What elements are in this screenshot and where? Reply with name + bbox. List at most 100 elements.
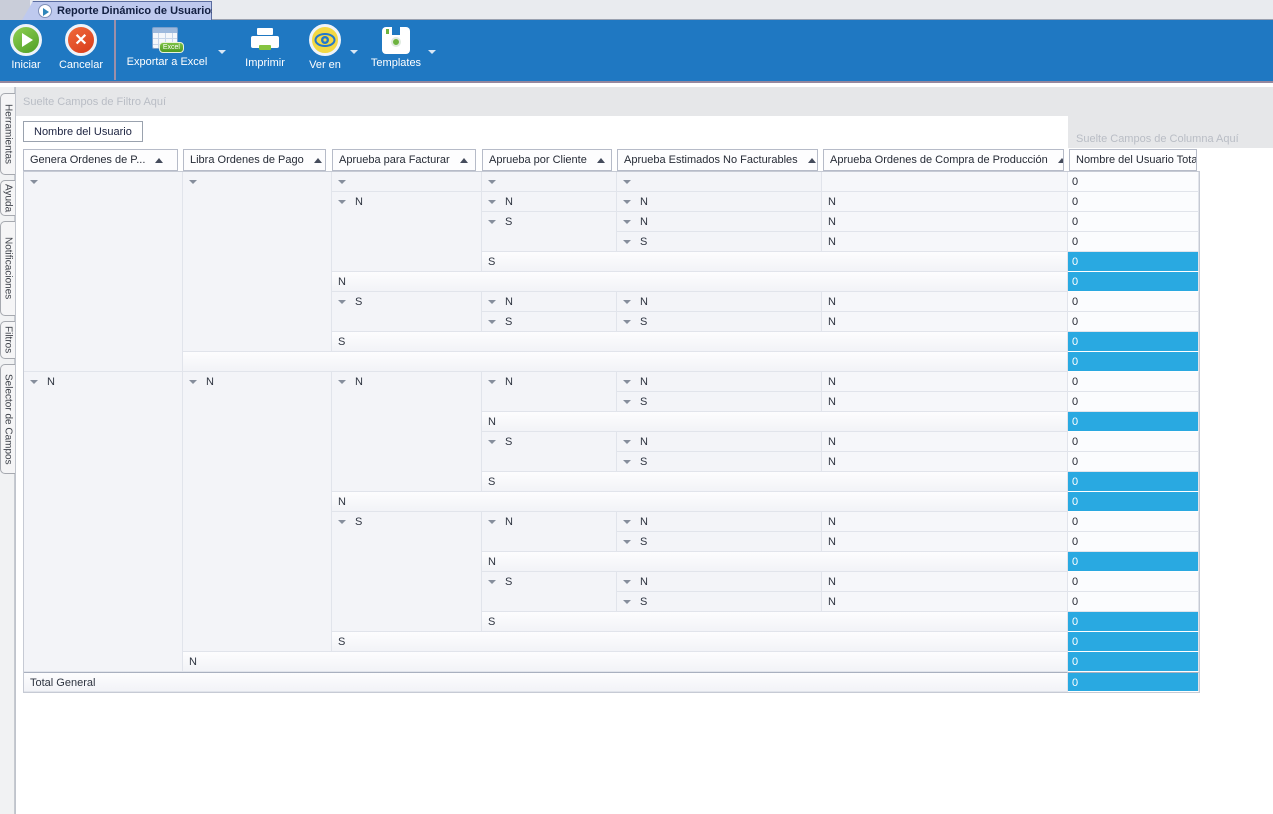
pivot-column-header[interactable]: Aprueba Estimados No Facturables [617,149,818,171]
collapse-triangle-icon[interactable] [623,180,631,184]
pivot-column-header[interactable]: Nombre del Usuario Total [1069,149,1197,171]
pivot-column-header[interactable]: Aprueba para Facturar [332,149,476,171]
collapse-triangle-icon[interactable] [623,220,631,224]
collapse-triangle-icon[interactable] [623,400,631,404]
sort-asc-icon [460,158,468,163]
ver-en-button[interactable]: Ver en [302,24,348,80]
collapse-triangle-icon[interactable] [338,380,346,384]
sidebar-tab-selector-de-campos[interactable]: Selector de Campos [0,364,15,474]
pivot-group-cell[interactable]: N [617,192,822,212]
collapse-triangle-icon[interactable] [488,580,496,584]
collapse-triangle-icon[interactable] [488,200,496,204]
pivot-group-cell[interactable]: N [482,372,617,412]
pivot-group-cell[interactable]: S [332,512,482,632]
pivot-cell-value: N [206,377,214,388]
pivot-group-cell[interactable] [24,172,183,372]
pivot-column-header[interactable]: Aprueba por Cliente [482,149,612,171]
pivot-group-cell[interactable]: N [617,512,822,532]
document-tab[interactable]: Reporte Dinámico de Usuarios [22,1,212,20]
collapse-triangle-icon[interactable] [623,540,631,544]
collapse-triangle-icon[interactable] [488,520,496,524]
pivot-total-cell: 0 [1068,272,1199,292]
pivot-group-cell[interactable]: S [482,212,617,252]
pivot-group-cell[interactable]: S [482,572,617,612]
pivot-column-header[interactable]: Libra Ordenes de Pago [183,149,326,171]
collapse-triangle-icon[interactable] [623,520,631,524]
collapse-triangle-icon[interactable] [623,580,631,584]
row-field-chip-nombre-del-usuario[interactable]: Nombre del Usuario [23,121,143,142]
pivot-cell [822,172,1068,192]
pivot-group-cell[interactable]: N [617,292,822,312]
sidebar-tab-herramientas[interactable]: Herramientas [0,93,15,175]
pivot-group-cell[interactable]: S [482,432,617,472]
pivot-group-cell[interactable]: N [617,372,822,392]
pivot-group-cell[interactable]: S [617,532,822,552]
collapse-triangle-icon[interactable] [623,440,631,444]
collapse-triangle-icon[interactable] [338,180,346,184]
collapse-triangle-icon[interactable] [338,200,346,204]
collapse-triangle-icon[interactable] [338,300,346,304]
collapse-triangle-icon[interactable] [623,460,631,464]
collapse-triangle-icon[interactable] [623,200,631,204]
pivot-group-cell[interactable] [332,172,482,192]
pivot-group-cell[interactable]: S [617,392,822,412]
pivot-header-area: Suelte Campos de Filtro Aquí Suelte Camp… [16,87,1273,148]
collapse-triangle-icon[interactable] [488,300,496,304]
pivot-total-cell: 0 [1068,532,1199,552]
pivot-group-cell[interactable] [617,172,822,192]
imprimir-button[interactable]: Imprimir [236,24,294,80]
excel-icon: Excel [152,27,182,53]
pivot-group-cell[interactable] [183,172,332,352]
collapse-triangle-icon[interactable] [338,520,346,524]
collapse-triangle-icon[interactable] [623,320,631,324]
collapse-triangle-icon[interactable] [488,220,496,224]
pivot-column-header-label: Aprueba por Cliente [489,154,587,166]
pivot-group-cell[interactable]: S [617,592,822,612]
collapse-triangle-icon[interactable] [30,380,38,384]
collapse-triangle-icon[interactable] [623,380,631,384]
exportar-a-excel-button[interactable]: Excel Exportar a Excel [118,24,216,80]
sidebar-tab-ayuda[interactable]: Ayuda [0,180,15,216]
collapse-triangle-icon[interactable] [488,440,496,444]
pivot-group-cell[interactable]: N [332,372,482,492]
pivot-group-cell[interactable]: S [617,232,822,252]
pivot-total-cell: 0 [1068,352,1199,372]
iniciar-button[interactable]: Iniciar [2,24,50,80]
pivot-group-cell[interactable]: N [24,372,183,672]
collapse-triangle-icon[interactable] [623,300,631,304]
collapse-triangle-icon[interactable] [189,180,197,184]
pivot-column-header[interactable]: Genera Ordenes de P... [23,149,178,171]
templates-button[interactable]: Templates [366,24,426,80]
pivot-group-cell[interactable]: N [482,292,617,312]
pivot-group-cell[interactable]: N [617,212,822,232]
column-drop-zone[interactable]: Suelte Campos de Columna Aquí [1068,87,1273,148]
pivot-group-cell[interactable]: N [617,572,822,592]
dropdown-arrow-icon[interactable] [350,50,358,54]
sidebar-tab-filtros[interactable]: Filtros [0,321,15,359]
collapse-triangle-icon[interactable] [30,180,38,184]
collapse-triangle-icon[interactable] [623,600,631,604]
cancelar-button[interactable]: Cancelar [50,24,112,80]
pivot-group-cell[interactable]: N [482,192,617,212]
pivot-column-header[interactable]: Aprueba Ordenes de Compra de Producción [823,149,1064,171]
pivot-group-cell[interactable]: N [183,372,332,652]
pivot-group-cell[interactable]: S [617,452,822,472]
collapse-triangle-icon[interactable] [488,180,496,184]
pivot-cell: N [822,392,1068,412]
dropdown-arrow-icon[interactable] [428,50,436,54]
collapse-triangle-icon[interactable] [189,380,197,384]
pivot-group-cell[interactable] [482,172,617,192]
pivot-total-cell: 0 [1068,572,1199,592]
pivot-cell-value: N [640,297,648,308]
pivot-group-cell[interactable]: N [482,512,617,552]
pivot-group-cell[interactable]: S [332,292,482,332]
pivot-group-cell[interactable]: S [482,312,617,332]
sidebar-tab-notificaciones[interactable]: Notificaciones [0,221,15,316]
pivot-group-cell[interactable]: N [332,192,482,272]
collapse-triangle-icon[interactable] [488,320,496,324]
collapse-triangle-icon[interactable] [623,240,631,244]
pivot-group-cell[interactable]: N [617,432,822,452]
dropdown-arrow-icon[interactable] [218,50,226,54]
pivot-group-cell[interactable]: S [617,312,822,332]
collapse-triangle-icon[interactable] [488,380,496,384]
